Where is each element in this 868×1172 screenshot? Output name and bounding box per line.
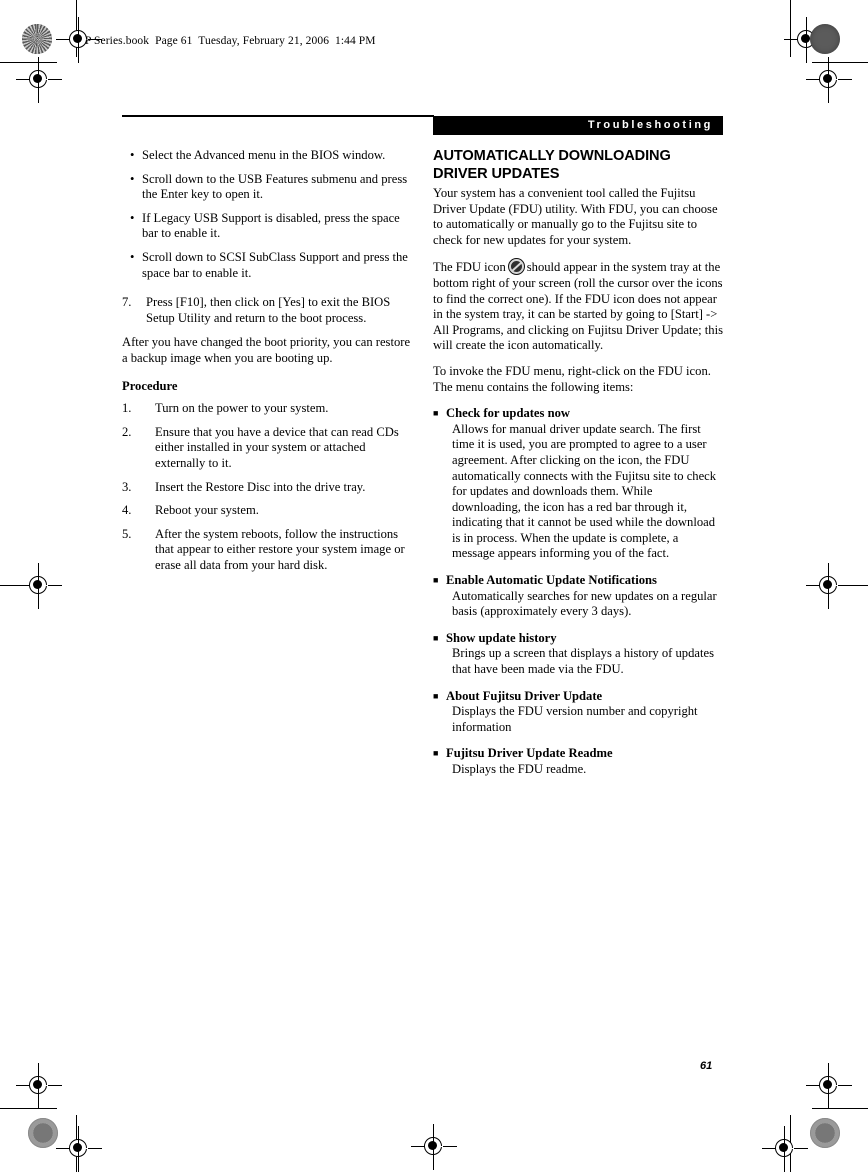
page-number: 61 [700, 1060, 713, 1072]
procedure-heading: Procedure [122, 378, 178, 393]
list-item: 1. Turn on the power to your system. [122, 401, 412, 417]
after-boot-priority-paragraph: After you have changed the boot priority… [122, 335, 411, 365]
bios-bullet-list: • Select the Advanced menu in the BIOS w… [122, 148, 412, 281]
menu-item-label: Show update history [446, 630, 557, 645]
trim-line-bottom-right-horizontal [812, 1108, 868, 1110]
list-item: 5. After the system reboots, follow the … [122, 527, 412, 574]
procedure-steps-list: 1. Turn on the power to your system. 2. … [122, 401, 412, 573]
menu-item-label: Check for updates now [446, 406, 570, 421]
step-text: Reboot your system. [155, 503, 259, 518]
list-item-text: Scroll down to the USB Features submenu … [142, 171, 408, 202]
list-item: ■ About Fujitsu Driver Update Displays t… [433, 689, 723, 736]
menu-item-description: Allows for manual driver update search. … [452, 421, 717, 561]
fdu-icon-paragraph: The FDU icon should appear in the system … [433, 258, 723, 354]
step-number: 4. [122, 503, 132, 518]
registration-cross-top-left-outer [16, 57, 62, 103]
menu-item-label: Fujitsu Driver Update Readme [446, 746, 613, 761]
fdu-menu-items-list: ■ Check for updates now Allows for manua… [433, 406, 723, 777]
step-text: Press [F10], then click on [Yes] to exit… [146, 295, 391, 325]
halftone-dot-bottom-right [810, 1118, 840, 1148]
step-number: 2. [122, 424, 132, 439]
step-text: Turn on the power to your system. [155, 401, 329, 416]
list-item: • Select the Advanced menu in the BIOS w… [122, 148, 412, 164]
bullet-glyph: • [130, 148, 135, 162]
bullet-glyph: • [130, 171, 135, 186]
menu-item-description: Displays the FDU readme. [452, 762, 587, 776]
intro-paragraph: Your system has a convenient tool called… [433, 186, 718, 247]
bullet-glyph: • [130, 210, 135, 225]
registration-cross-top-right-outer [806, 57, 852, 103]
registration-cross-mid-right [806, 563, 852, 609]
halftone-dot-top-left [22, 24, 52, 54]
fdu-icon-paragraph-lead: The FDU icon [433, 260, 506, 275]
list-item: • Scroll down to SCSI SubClass Support a… [122, 250, 412, 281]
square-bullet-icon: ■ [433, 575, 439, 586]
square-bullet-icon: ■ [433, 690, 439, 701]
page-title: AUTOMATICALLY DOWNLOADING DRIVER UPDATES [433, 148, 723, 183]
left-column: • Select the Advanced menu in the BIOS w… [122, 148, 412, 581]
list-item: • If Legacy USB Support is disabled, pre… [122, 211, 412, 242]
list-item: ■ Fujitsu Driver Update Readme Displays … [433, 746, 723, 777]
registration-cross-bottom-center [411, 1124, 457, 1170]
registration-cross-bottom-right-inner [762, 1126, 808, 1172]
trim-line-bottom-left-horizontal [0, 1108, 57, 1110]
square-bullet-icon: ■ [433, 632, 439, 643]
step-number: 3. [122, 479, 132, 494]
fdu-tray-icon [507, 258, 525, 276]
step-number: 7. [122, 295, 132, 310]
bullet-glyph: • [130, 249, 135, 264]
list-item: 2. Ensure that you have a device that ca… [122, 425, 412, 472]
menu-item-label: Enable Automatic Update Notifications [446, 573, 657, 588]
menu-item-label: About Fujitsu Driver Update [446, 688, 603, 703]
menu-item-description: Brings up a screen that displays a histo… [452, 646, 714, 677]
list-item-text: Scroll down to SCSI SubClass Support and… [142, 249, 408, 280]
halftone-dot-bottom-left [28, 1118, 58, 1148]
list-item: ■ Check for updates now Allows for manua… [433, 406, 723, 562]
right-column: AUTOMATICALLY DOWNLOADING DRIVER UPDATES… [433, 148, 723, 789]
page-title-line-1: AUTOMATICALLY DOWNLOADING [433, 148, 671, 164]
list-item: 4. Reboot your system. [122, 503, 412, 519]
step-text: Insert the Restore Disc into the drive t… [155, 479, 366, 494]
step-text: After the system reboots, follow the ins… [155, 526, 405, 572]
registration-cross-mid-left [16, 563, 62, 609]
page-title-line-2: DRIVER UPDATES [433, 165, 560, 182]
chapter-banner: Troubleshooting [433, 116, 723, 135]
step-seven-list: 7. Press [F10], then click on [Yes] to e… [122, 295, 412, 326]
registration-cross-bottom-left-outer [16, 1063, 62, 1109]
step-text: Ensure that you have a device that can r… [155, 424, 399, 470]
solid-dot-top-right [810, 24, 840, 54]
list-item: ■ Show update history Brings up a screen… [433, 631, 723, 678]
list-item-text: If Legacy USB Support is disabled, press… [142, 210, 400, 241]
list-item-text: Select the Advanced menu in the BIOS win… [142, 148, 386, 162]
header-rule [122, 115, 434, 117]
registration-cross-bottom-right-outer [806, 1063, 852, 1109]
menu-item-description: Automatically searches for new updates o… [452, 588, 717, 619]
step-number: 5. [122, 526, 132, 541]
menu-item-description: Displays the FDU version number and copy… [452, 704, 698, 734]
list-item: • Scroll down to the USB Features submen… [122, 172, 412, 203]
list-item: 7. Press [F10], then click on [Yes] to e… [122, 295, 412, 326]
square-bullet-icon: ■ [433, 748, 439, 759]
list-item: 3. Insert the Restore Disc into the driv… [122, 480, 412, 496]
step-number: 1. [122, 401, 132, 416]
book-header-line: P Series.book Page 61 Tuesday, February … [85, 35, 376, 47]
invoke-menu-paragraph: To invoke the FDU menu, right-click on t… [433, 363, 711, 394]
registration-cross-bottom-left-inner [56, 1126, 102, 1172]
list-item: ■ Enable Automatic Update Notifications … [433, 573, 723, 620]
square-bullet-icon: ■ [433, 408, 439, 419]
